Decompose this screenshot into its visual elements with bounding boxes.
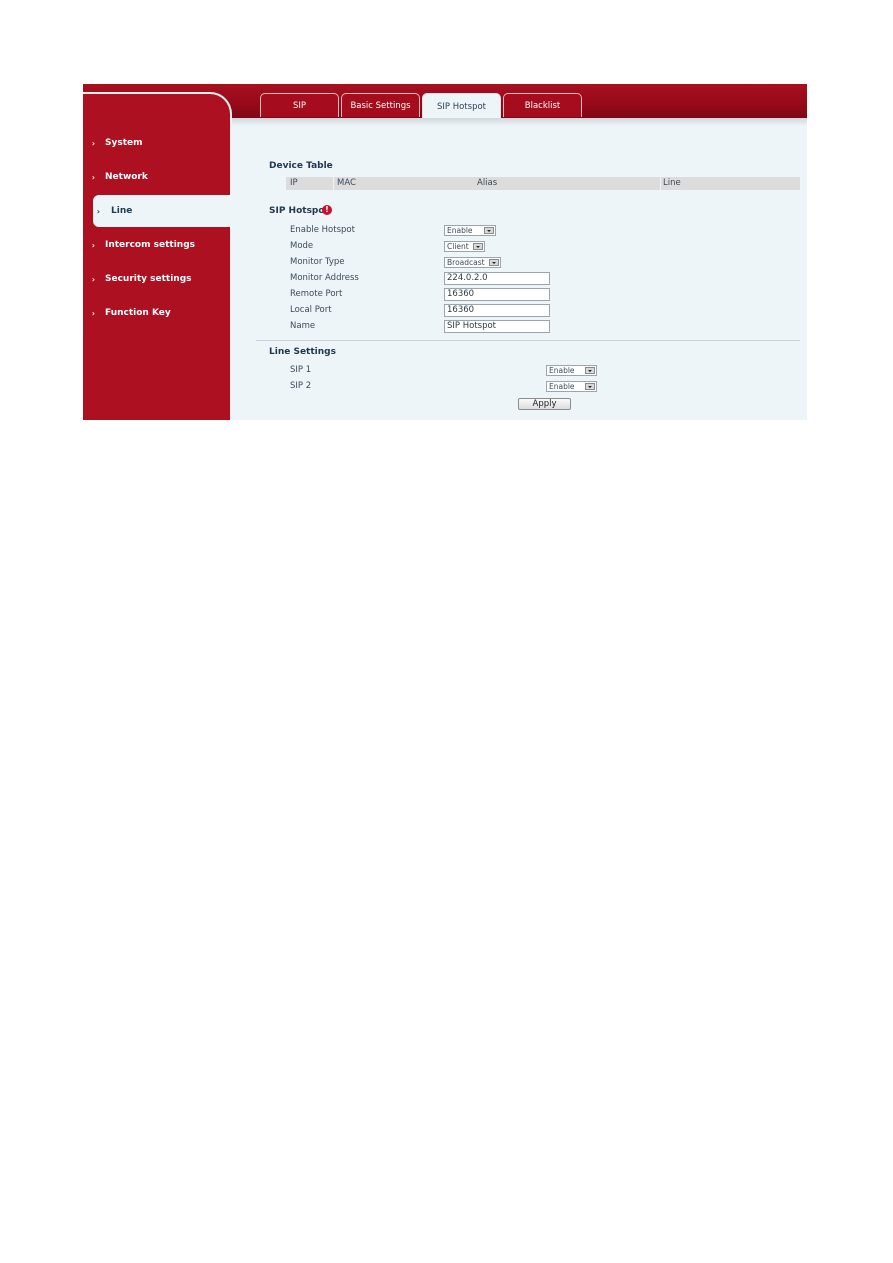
- line-settings-title: Line Settings: [269, 347, 336, 357]
- info-icon[interactable]: !: [322, 205, 332, 215]
- dropdown-arrow-icon: [585, 367, 595, 374]
- dropdown-arrow-icon: [473, 243, 483, 250]
- device-table-title: Device Table: [269, 161, 333, 171]
- dropdown-arrow-icon: [489, 259, 499, 266]
- mode-label: Mode: [290, 241, 314, 251]
- column-line: Line: [663, 178, 681, 188]
- apply-button[interactable]: Apply: [518, 398, 571, 410]
- device-table-header: IP MAC Alias Line: [286, 177, 800, 190]
- chevron-right-icon: ›: [91, 274, 95, 284]
- select-value: Enable: [549, 366, 575, 375]
- sip1-label: SIP 1: [290, 365, 312, 375]
- enable-hotspot-select[interactable]: Enable: [444, 225, 496, 236]
- monitor-address-label: Monitor Address: [290, 273, 359, 283]
- enable-hotspot-label: Enable Hotspot: [290, 225, 355, 235]
- sidebar-item-intercom-settings[interactable]: › Intercom settings: [83, 230, 230, 260]
- select-value: Enable: [447, 226, 473, 235]
- sidebar-item-security-settings[interactable]: › Security settings: [83, 264, 230, 294]
- sip1-select[interactable]: Enable: [546, 365, 597, 376]
- chevron-right-icon: ›: [91, 172, 95, 182]
- name-input[interactable]: SIP Hotspot: [444, 320, 550, 333]
- content-shadow: [232, 118, 807, 126]
- chevron-right-icon: ›: [96, 206, 100, 216]
- sidebar-item-label: System: [105, 138, 143, 148]
- select-value: Client: [447, 242, 469, 251]
- tab-blacklist[interactable]: Blacklist: [503, 93, 582, 117]
- local-port-input[interactable]: 16360: [444, 304, 550, 317]
- monitor-type-label: Monitor Type: [290, 257, 345, 267]
- tab-sip[interactable]: SIP: [260, 93, 339, 117]
- web-admin-frame: SIP Basic Settings SIP Hotspot Blacklist…: [83, 84, 807, 420]
- column-mac: MAC: [337, 178, 356, 188]
- dropdown-arrow-icon: [484, 227, 494, 234]
- remote-port-label: Remote Port: [290, 289, 343, 299]
- sidebar-item-label: Network: [105, 172, 148, 182]
- tab-sip-hotspot[interactable]: SIP Hotspot: [422, 93, 501, 119]
- column-separator: [660, 177, 661, 190]
- mode-select[interactable]: Client: [444, 241, 485, 252]
- sidebar: › System › Network › Line › Intercom set…: [83, 92, 232, 420]
- chevron-right-icon: ›: [91, 138, 95, 148]
- chevron-right-icon: ›: [91, 308, 95, 318]
- sidebar-item-label: Line: [111, 206, 133, 216]
- sidebar-item-label: Intercom settings: [105, 240, 195, 250]
- tab-basic-settings[interactable]: Basic Settings: [341, 93, 420, 117]
- sip-hotspot-title: SIP Hotspot: [269, 206, 329, 216]
- sidebar-item-label: Security settings: [105, 274, 192, 284]
- select-value: Broadcast: [447, 258, 485, 267]
- name-label: Name: [290, 321, 316, 331]
- local-port-label: Local Port: [290, 305, 332, 315]
- sip2-select[interactable]: Enable: [546, 381, 597, 392]
- sidebar-item-label: Function Key: [105, 308, 171, 318]
- column-alias: Alias: [477, 178, 498, 188]
- sidebar-item-function-key[interactable]: › Function Key: [83, 298, 230, 328]
- monitor-address-input[interactable]: 224.0.2.0: [444, 272, 550, 285]
- sip2-label: SIP 2: [290, 381, 312, 391]
- sidebar-item-system[interactable]: › System: [83, 128, 230, 158]
- column-separator: [333, 177, 334, 190]
- column-ip: IP: [290, 178, 298, 188]
- dropdown-arrow-icon: [585, 383, 595, 390]
- select-value: Enable: [549, 382, 575, 391]
- remote-port-input[interactable]: 16360: [444, 288, 550, 301]
- sidebar-item-line[interactable]: › Line: [93, 195, 232, 227]
- monitor-type-select[interactable]: Broadcast: [444, 257, 501, 268]
- sidebar-item-network[interactable]: › Network: [83, 162, 230, 192]
- chevron-right-icon: ›: [91, 240, 95, 250]
- section-divider: [256, 340, 800, 341]
